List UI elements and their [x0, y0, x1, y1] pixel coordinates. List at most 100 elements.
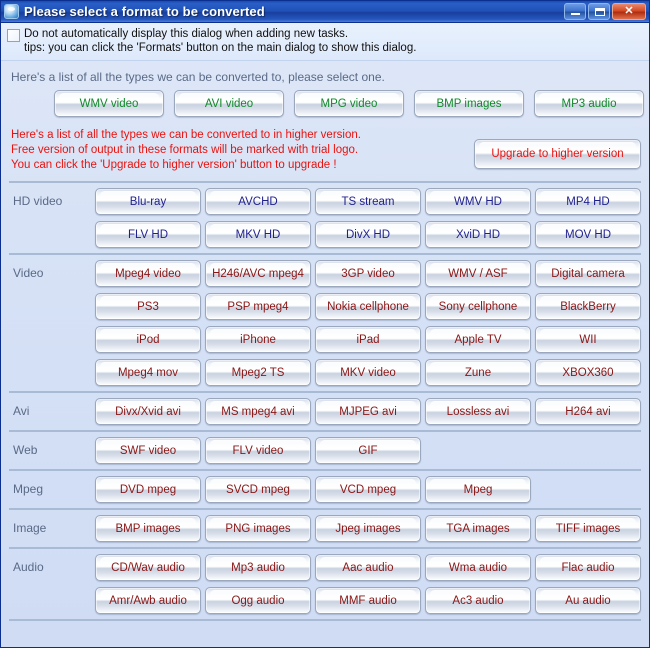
button-row: iPod iPhone iPad Apple TV WII: [95, 326, 641, 353]
format-button-digital-camera[interactable]: Digital camera: [535, 260, 641, 287]
format-button-xbox360[interactable]: XBOX360: [535, 359, 641, 386]
format-button-label: TGA images: [446, 522, 510, 535]
format-button-label: FLV HD: [127, 228, 169, 241]
format-button-lossless-avi[interactable]: Lossless avi: [425, 398, 531, 425]
format-button-blackberry[interactable]: BlackBerry: [535, 293, 641, 320]
format-button-wma-audio[interactable]: Wma audio: [425, 554, 531, 581]
format-button-mov-hd[interactable]: MOV HD: [535, 221, 641, 248]
format-button-h264-avi[interactable]: H264 avi: [535, 398, 641, 425]
format-button-mkv-video[interactable]: MKV video: [315, 359, 421, 386]
format-button-ipod[interactable]: iPod: [95, 326, 201, 353]
format-button-au-audio[interactable]: Au audio: [535, 587, 641, 614]
button-row: FLV HD MKV HD DivX HD XviD HD MOV HD: [95, 221, 641, 248]
minimize-button[interactable]: [564, 3, 586, 20]
format-button-ps3[interactable]: PS3: [95, 293, 201, 320]
format-button-zune[interactable]: Zune: [425, 359, 531, 386]
format-button-cd-wav-audio[interactable]: CD/Wav audio: [95, 554, 201, 581]
format-button-amr-awb-audio[interactable]: Amr/Awb audio: [95, 587, 201, 614]
format-button-mpeg4-mov[interactable]: Mpeg4 mov: [95, 359, 201, 386]
format-button-label: Apple TV: [454, 333, 502, 346]
format-button-mpeg[interactable]: Mpeg: [425, 476, 531, 503]
format-button-nokia-cellphone[interactable]: Nokia cellphone: [315, 293, 421, 320]
format-button-mp3-audio[interactable]: Mp3 audio: [205, 554, 311, 581]
format-button-label: WMV / ASF: [448, 267, 508, 280]
format-button-jpeg-images[interactable]: Jpeg images: [315, 515, 421, 542]
format-button-xvid-hd[interactable]: XviD HD: [425, 221, 531, 248]
format-button-aac-audio[interactable]: Aac audio: [315, 554, 421, 581]
button-row: Divx/Xvid avi MS mpeg4 avi MJPEG avi Lossle…: [95, 398, 641, 425]
format-button-label: MKV video: [340, 366, 396, 379]
format-button-psp-mpeg4[interactable]: PSP mpeg4: [205, 293, 311, 320]
section-button-grid: Blu-ray AVCHD TS stream WMV HD MP4 HD FLV HD M…: [95, 188, 641, 248]
format-button-label: Amr/Awb audio: [109, 594, 187, 607]
section-button-grid: SWF video FLV video GIF: [95, 437, 641, 464]
format-button-swf-video[interactable]: SWF video: [95, 437, 201, 464]
format-button-wii[interactable]: WII: [535, 326, 641, 353]
format-button-ms-mpeg4-avi[interactable]: MS mpeg4 avi: [205, 398, 311, 425]
format-button-blu-ray[interactable]: Blu-ray: [95, 188, 201, 215]
format-button-label: Mpeg2 TS: [231, 366, 285, 379]
format-button-label: MJPEG avi: [339, 405, 397, 418]
format-button-mpeg4-video[interactable]: Mpeg4 video: [95, 260, 201, 287]
format-button-label: Zune: [464, 366, 492, 379]
close-icon: ✕: [624, 5, 634, 17]
maximize-button[interactable]: [588, 3, 610, 20]
format-button-mp3-audio[interactable]: MP3 audio: [534, 90, 644, 117]
section-hd-video: HD video Blu-ray AVCHD TS stream WMV HD MP4 H…: [9, 181, 641, 253]
format-button-vcd-mpeg[interactable]: VCD mpeg: [315, 476, 421, 503]
format-button-mpg-video[interactable]: MPG video: [294, 90, 404, 117]
section-button-grid: Divx/Xvid avi MS mpeg4 avi MJPEG avi Lossle…: [95, 398, 641, 425]
format-button-label: SWF video: [119, 444, 177, 457]
format-button-divx-hd[interactable]: DivX HD: [315, 221, 421, 248]
upgrade-to-higher-version-button[interactable]: Upgrade to higher version: [474, 139, 641, 169]
format-button-label: DivX HD: [345, 228, 391, 241]
format-button-mmf-audio[interactable]: MMF audio: [315, 587, 421, 614]
format-button-ts-stream[interactable]: TS stream: [315, 188, 421, 215]
format-button-ac3-audio[interactable]: Ac3 audio: [425, 587, 531, 614]
format-button-flv-hd[interactable]: FLV HD: [95, 221, 201, 248]
do-not-show-checkbox[interactable]: [7, 29, 20, 42]
section-image: Image BMP images PNG images Jpeg images TGA …: [9, 508, 641, 547]
format-button-flac-audio[interactable]: Flac audio: [535, 554, 641, 581]
format-button-label: Digital camera: [551, 267, 625, 280]
format-button-mpeg2-ts[interactable]: Mpeg2 TS: [205, 359, 311, 386]
notice-text: Do not automatically display this dialog…: [24, 27, 416, 55]
format-button-avchd[interactable]: AVCHD: [205, 188, 311, 215]
format-button-label: Sony cellphone: [438, 300, 518, 313]
section-video: Video Mpeg4 video H246/AVC mpeg4 3GP video W…: [9, 253, 641, 391]
format-button-tga-images[interactable]: TGA images: [425, 515, 531, 542]
format-button-label: Ogg audio: [231, 594, 285, 607]
format-button-label: Wma audio: [448, 561, 508, 574]
format-button-mjpeg-avi[interactable]: MJPEG avi: [315, 398, 421, 425]
format-button-svcd-mpeg[interactable]: SVCD mpeg: [205, 476, 311, 503]
format-button-h246-avc-mpeg4[interactable]: H246/AVC mpeg4: [205, 260, 311, 287]
format-button-label: 3GP video: [341, 267, 395, 280]
format-button-apple-tv[interactable]: Apple TV: [425, 326, 531, 353]
format-button-dvd-mpeg[interactable]: DVD mpeg: [95, 476, 201, 503]
button-row: PS3 PSP mpeg4 Nokia cellphone Sony cellphon…: [95, 293, 641, 320]
format-button-bmp-images[interactable]: BMP images: [95, 515, 201, 542]
format-button-label: WMV HD: [454, 195, 502, 208]
format-button-ipad[interactable]: iPad: [315, 326, 421, 353]
format-button-sony-cellphone[interactable]: Sony cellphone: [425, 293, 531, 320]
format-button-wmv-hd[interactable]: WMV HD: [425, 188, 531, 215]
format-button-flv-video[interactable]: FLV video: [205, 437, 311, 464]
format-button-wmv-video[interactable]: WMV video: [54, 90, 164, 117]
format-button-divx-xvid-avi[interactable]: Divx/Xvid avi: [95, 398, 201, 425]
format-button-3gp-video[interactable]: 3GP video: [315, 260, 421, 287]
format-button-png-images[interactable]: PNG images: [205, 515, 311, 542]
format-button-tiff-images[interactable]: TIFF images: [535, 515, 641, 542]
format-button-label: WII: [579, 333, 597, 346]
format-button-ogg-audio[interactable]: Ogg audio: [205, 587, 311, 614]
format-button-avi-video[interactable]: AVI video: [174, 90, 284, 117]
format-button-label: PS3: [137, 300, 159, 313]
format-sections: HD video Blu-ray AVCHD TS stream WMV HD MP4 H…: [1, 181, 649, 647]
close-button[interactable]: ✕: [612, 3, 646, 20]
button-row: Mpeg4 video H246/AVC mpeg4 3GP video WMV / …: [95, 260, 641, 287]
format-button-wmv-asf[interactable]: WMV / ASF: [425, 260, 531, 287]
format-button-mkv-hd[interactable]: MKV HD: [205, 221, 311, 248]
format-button-mp4-hd[interactable]: MP4 HD: [535, 188, 641, 215]
format-button-iphone[interactable]: iPhone: [205, 326, 311, 353]
format-button-gif[interactable]: GIF: [315, 437, 421, 464]
format-button-bmp-images[interactable]: BMP images: [414, 90, 524, 117]
